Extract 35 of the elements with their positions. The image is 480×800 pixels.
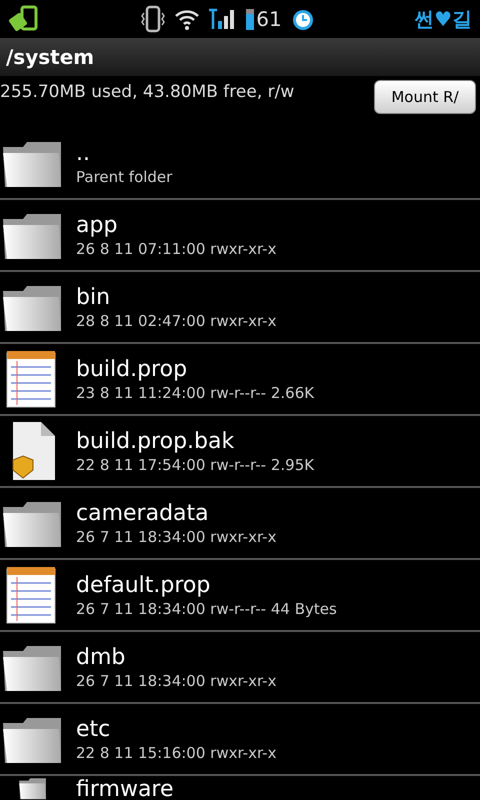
file-details: 26 7 11 18:34:00 rw-r--r-- 44 Bytes: [76, 600, 337, 618]
file-row[interactable]: firmware: [0, 776, 480, 800]
file-details: 26 7 11 18:34:00 rwxr-xr-x: [76, 672, 276, 690]
file-details: 26 8 11 07:11:00 rwxr-xr-x: [76, 240, 276, 258]
carrier-name: 썬♥길: [414, 6, 472, 32]
file-row[interactable]: cameradata 26 7 11 18:34:00 rwxr-xr-x: [0, 488, 480, 560]
file-row[interactable]: app 26 8 11 07:11:00 rwxr-xr-x: [0, 200, 480, 272]
storage-summary: 255.70MB used, 43.80MB free, r/w: [0, 82, 294, 102]
vibrate-icon: [140, 5, 166, 33]
file-name: dmb: [76, 644, 126, 672]
file-details: Parent folder: [76, 168, 172, 186]
file-name: firmware: [76, 776, 174, 800]
file-name: build.prop: [76, 356, 188, 384]
file-name: bin: [76, 284, 112, 312]
file-details: 22 8 11 17:54:00 rw-r--r-- 2.95K: [76, 456, 314, 474]
file-row[interactable]: build.prop 23 8 11 11:24:00 rw-r--r-- 2.66K: [0, 344, 480, 416]
battery-level: 61: [256, 7, 282, 31]
file-row[interactable]: etc 22 8 11 15:16:00 rwxr-xr-x: [0, 704, 480, 776]
file-details: 22 8 11 15:16:00 rwxr-xr-x: [76, 744, 276, 762]
file-row[interactable]: build.prop.bak 22 8 11 17:54:00 rw-r--r-- 2.95K: [0, 416, 480, 488]
file-details: 28 8 11 02:47:00 rwxr-xr-x: [76, 312, 276, 330]
file-name: etc: [76, 716, 112, 744]
file-details: 26 7 11 18:34:00 rwxr-xr-x: [76, 528, 276, 546]
file-row[interactable]: dmb 26 7 11 18:34:00 rwxr-xr-x: [0, 632, 480, 704]
mount-button[interactable]: Mount R/: [374, 80, 476, 114]
file-name: app: [76, 212, 118, 240]
file-row[interactable]: default.prop 26 7 11 18:34:00 rw-r--r-- 44 Bytes: [0, 560, 480, 632]
file-row[interactable]: bin 28 8 11 02:47:00 rwxr-xr-x: [0, 272, 480, 344]
file-name: default.prop: [76, 572, 212, 600]
file-name: cameradata: [76, 500, 210, 528]
file-name: ..: [76, 140, 91, 168]
file-row[interactable]: .. Parent folder: [0, 128, 480, 200]
battery-icon: [246, 7, 254, 31]
file-name: build.prop.bak: [76, 428, 236, 456]
file-details: 23 8 11 11:24:00 rw-r--r-- 2.66K: [76, 384, 314, 402]
